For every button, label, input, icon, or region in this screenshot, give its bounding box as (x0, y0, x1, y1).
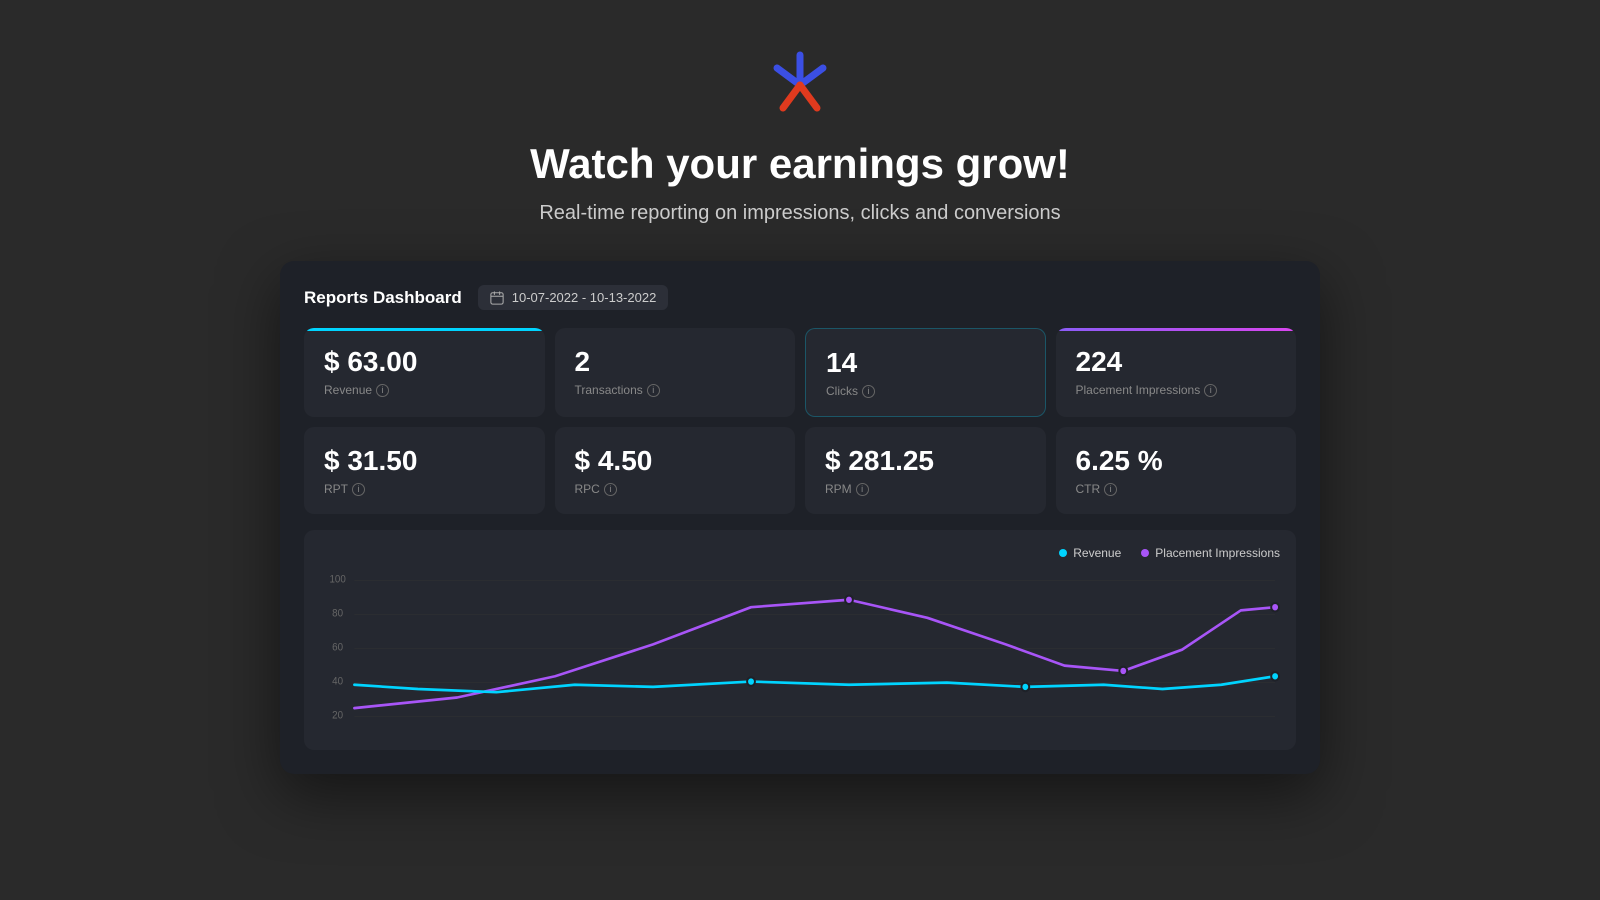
svg-text:80: 80 (332, 608, 343, 619)
rpt-value: $ 31.50 (324, 445, 525, 477)
rpm-card: $ 281.25 RPM i (805, 427, 1046, 514)
hero-title: Watch your earnings grow! (530, 140, 1070, 188)
top-metrics-grid: $ 63.00 Revenue i 2 Transactions i 14 Cl… (304, 328, 1296, 417)
dashboard-card: Reports Dashboard 10-07-2022 - 10-13-202… (280, 261, 1320, 774)
rpm-info-icon[interactable]: i (856, 483, 869, 496)
ctr-card: 6.25 % CTR i (1056, 427, 1297, 514)
svg-text:60: 60 (332, 642, 343, 653)
hero-subtitle: Real-time reporting on impressions, clic… (539, 202, 1060, 225)
legend-revenue: Revenue (1059, 546, 1121, 560)
rpc-label: RPC i (575, 482, 776, 496)
ctr-label: CTR i (1076, 482, 1277, 496)
transactions-value: 2 (575, 346, 776, 378)
placement-impressions-info-icon[interactable]: i (1204, 384, 1217, 397)
chart-container: Revenue Placement Impressions 100 80 60 … (304, 530, 1296, 750)
revenue-info-icon[interactable]: i (376, 384, 389, 397)
calendar-icon (490, 291, 504, 305)
rpt-label: RPT i (324, 482, 525, 496)
rpm-label: RPM i (825, 482, 1026, 496)
ctr-value: 6.25 % (1076, 445, 1277, 477)
brand-logo (765, 50, 835, 120)
rpm-value: $ 281.25 (825, 445, 1026, 477)
chart-legend: Revenue Placement Impressions (320, 546, 1280, 560)
revenue-label: Revenue i (324, 383, 525, 397)
rpt-card: $ 31.50 RPT i (304, 427, 545, 514)
rpc-info-icon[interactable]: i (604, 483, 617, 496)
hero-section: Watch your earnings grow! Real-time repo… (280, 0, 1320, 774)
transactions-info-icon[interactable]: i (647, 384, 660, 397)
svg-text:100: 100 (329, 574, 346, 585)
revenue-value: $ 63.00 (324, 346, 525, 378)
legend-revenue-label: Revenue (1073, 546, 1121, 560)
chart-svg: 100 80 60 40 20 (320, 570, 1280, 740)
dashboard-header: Reports Dashboard 10-07-2022 - 10-13-202… (304, 285, 1296, 310)
rpc-card: $ 4.50 RPC i (555, 427, 796, 514)
rpt-info-icon[interactable]: i (352, 483, 365, 496)
date-range-label: 10-07-2022 - 10-13-2022 (512, 290, 657, 305)
date-range-picker[interactable]: 10-07-2022 - 10-13-2022 (478, 285, 669, 310)
svg-text:20: 20 (332, 710, 343, 721)
legend-impressions-dot (1141, 549, 1149, 557)
clicks-value: 14 (826, 347, 1025, 379)
legend-impressions: Placement Impressions (1141, 546, 1280, 560)
placement-impressions-value: 224 (1076, 346, 1277, 378)
rpc-value: $ 4.50 (575, 445, 776, 477)
placement-impressions-card: 224 Placement Impressions i (1056, 328, 1297, 417)
legend-revenue-dot (1059, 549, 1067, 557)
dashboard-title: Reports Dashboard (304, 288, 462, 308)
placement-impressions-label: Placement Impressions i (1076, 383, 1277, 397)
transactions-card: 2 Transactions i (555, 328, 796, 417)
ctr-info-icon[interactable]: i (1104, 483, 1117, 496)
clicks-info-icon[interactable]: i (862, 385, 875, 398)
clicks-label: Clicks i (826, 384, 1025, 398)
svg-text:40: 40 (332, 676, 343, 687)
clicks-card: 14 Clicks i (805, 328, 1046, 417)
bottom-metrics-grid: $ 31.50 RPT i $ 4.50 RPC i $ 281.25 RPM … (304, 427, 1296, 514)
legend-impressions-label: Placement Impressions (1155, 546, 1280, 560)
transactions-label: Transactions i (575, 383, 776, 397)
revenue-card: $ 63.00 Revenue i (304, 328, 545, 417)
